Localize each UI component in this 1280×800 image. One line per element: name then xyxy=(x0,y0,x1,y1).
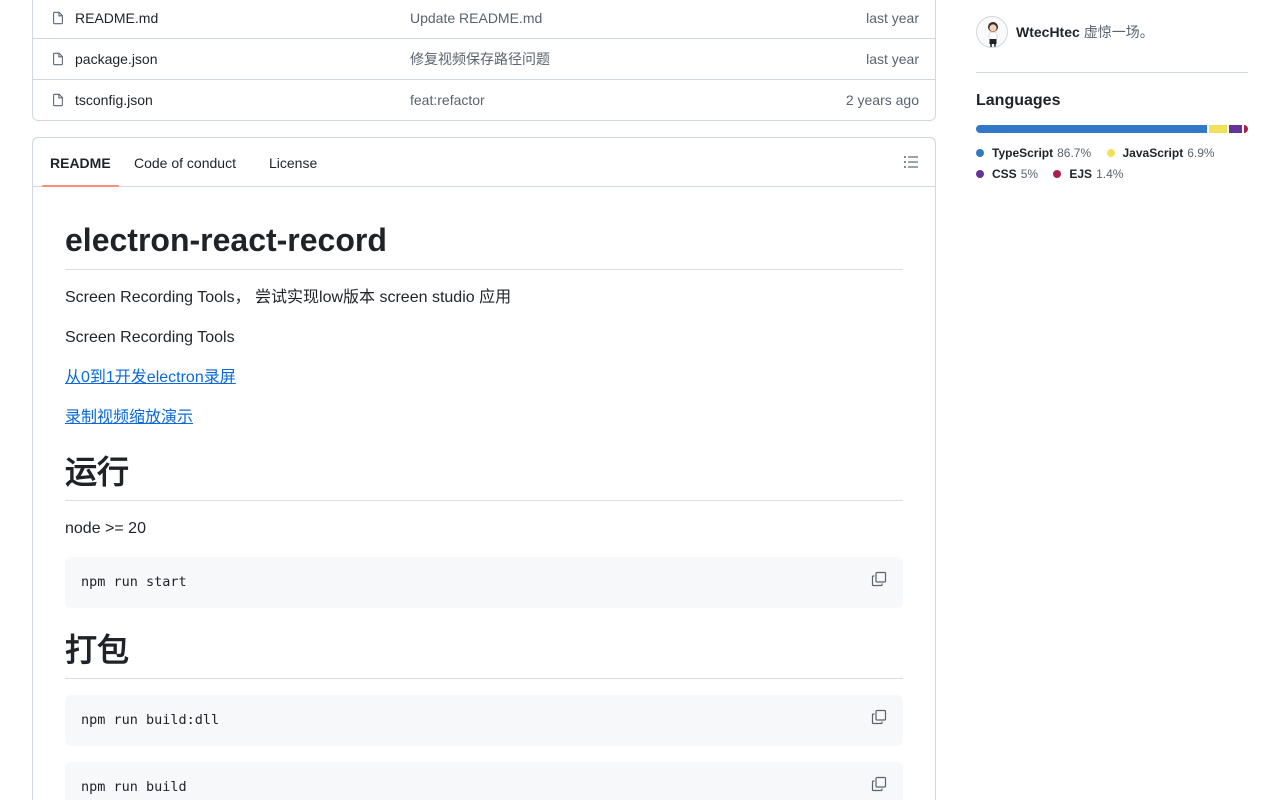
code-block: npm run build:dll xyxy=(65,695,903,746)
language-list: TypeScript 86.7% JavaScript 6.9% CSS 5% … xyxy=(976,144,1248,186)
code-block: npm run build xyxy=(65,762,903,800)
file-name-link[interactable]: tsconfig.json xyxy=(75,92,153,108)
language-percent: 1.4% xyxy=(1096,167,1124,181)
readme-link-tutorial[interactable]: 从0到1开发electron录屏 xyxy=(65,369,236,386)
commit-message-link[interactable]: Update README.md xyxy=(410,10,542,26)
language-bar-segment xyxy=(1208,125,1227,133)
code-text: npm run build:dll xyxy=(81,712,220,728)
tab-code-of-conduct[interactable]: Code of conduct xyxy=(126,138,244,186)
readme-paragraph: Screen Recording Tools， 尝试实现low版本 screen… xyxy=(65,289,512,306)
sidebar-divider xyxy=(976,72,1248,73)
code-text: npm run build xyxy=(81,779,187,795)
file-name-link[interactable]: package.json xyxy=(75,51,158,67)
language-item[interactable]: CSS 5% xyxy=(976,165,1038,183)
file-row[interactable]: README.md Update README.md last year xyxy=(33,0,935,38)
language-percent: 6.9% xyxy=(1187,146,1215,160)
file-row[interactable]: package.json 修复视频保存路径问题 last year xyxy=(33,38,935,79)
commit-age: 2 years ago xyxy=(845,92,919,108)
file-table: README.md Update README.md last year pac… xyxy=(32,0,936,121)
commit-age: last year xyxy=(866,51,919,67)
code-text: npm run start xyxy=(81,574,187,590)
avatar-figure-icon xyxy=(988,22,998,47)
tab-license[interactable]: License xyxy=(261,138,325,186)
language-percent: 86.7% xyxy=(1057,146,1092,160)
language-bar-segment xyxy=(1228,125,1243,133)
readme-link-demo[interactable]: 录制视频缩放演示 xyxy=(65,409,193,426)
copy-icon[interactable] xyxy=(871,709,887,725)
readme-title: electron-react-record xyxy=(65,221,903,270)
language-dot-icon xyxy=(976,149,984,157)
file-name-link[interactable]: README.md xyxy=(75,10,158,26)
avatar[interactable] xyxy=(976,16,1008,48)
contributor-status: 虚惊一场。 xyxy=(1083,24,1154,40)
language-name: EJS xyxy=(1069,167,1093,181)
language-dot-icon xyxy=(976,170,984,178)
language-dot-icon xyxy=(1106,149,1115,157)
language-item[interactable]: EJS 1.4% xyxy=(1053,165,1123,183)
contributor-name[interactable]: WtecHtec xyxy=(1016,24,1080,40)
readme-panel: README Code of conduct License electron-… xyxy=(32,137,936,800)
outline-list-icon[interactable] xyxy=(903,154,919,170)
language-percent: 5% xyxy=(1020,167,1039,181)
code-block: npm run start xyxy=(65,557,903,608)
file-icon xyxy=(53,11,63,25)
file-icon xyxy=(53,93,63,107)
languages-heading: Languages xyxy=(976,92,1061,109)
language-item[interactable]: TypeScript 86.7% xyxy=(976,144,1091,162)
language-name: TypeScript xyxy=(992,146,1054,160)
commit-age: last year xyxy=(866,10,919,26)
commit-message-link[interactable]: feat:refactor xyxy=(410,92,485,108)
language-name: JavaScript xyxy=(1122,146,1184,160)
language-bar-segment xyxy=(976,125,1207,133)
language-item[interactable]: JavaScript 6.9% xyxy=(1106,144,1215,162)
file-icon xyxy=(53,52,63,66)
section-heading-run: 运行 xyxy=(65,452,903,501)
copy-icon[interactable] xyxy=(871,571,887,587)
language-name: CSS xyxy=(992,167,1017,181)
readme-paragraph: node >= 20 xyxy=(65,520,146,537)
language-bar-segment xyxy=(1244,125,1248,133)
tab-readme[interactable]: README xyxy=(42,138,119,187)
readme-tab-bar: README Code of conduct License xyxy=(33,138,935,187)
language-dot-icon xyxy=(1053,170,1062,178)
readme-content: electron-react-record Screen Recording T… xyxy=(65,187,903,800)
section-heading-pack: 打包 xyxy=(65,630,903,679)
copy-icon[interactable] xyxy=(871,776,887,792)
readme-paragraph: Screen Recording Tools xyxy=(65,329,235,346)
commit-message-link[interactable]: 修复视频保存路径问题 xyxy=(410,49,550,69)
contributor[interactable]: WtecHtec 虚惊一场。 xyxy=(976,16,1154,48)
language-bar xyxy=(976,125,1248,133)
file-row[interactable]: tsconfig.json feat:refactor 2 years ago xyxy=(33,79,935,120)
